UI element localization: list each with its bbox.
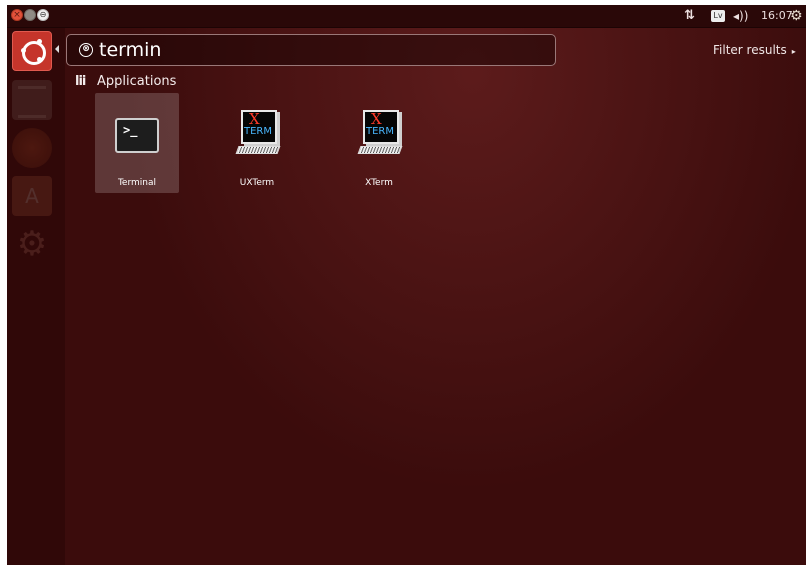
files-launcher-icon[interactable] xyxy=(12,80,52,120)
filter-results-button[interactable]: Filter results ▸ xyxy=(713,43,796,57)
launcher-active-arrow-icon xyxy=(55,45,59,53)
result-uxterm[interactable]: X TERM UXTerm xyxy=(215,93,299,193)
launcher: A ⚙ xyxy=(7,28,65,565)
maximize-icon: ⊖ xyxy=(39,10,47,19)
xterm-icon: X TERM xyxy=(235,110,285,162)
category-label: Applications xyxy=(97,74,177,89)
chevron-right-icon: ▸ xyxy=(791,47,796,56)
applications-category-header[interactable]: lii Applications xyxy=(75,73,176,91)
terminal-icon: >_ xyxy=(115,118,159,153)
applications-category-icon: lii xyxy=(75,74,86,89)
sound-indicator-icon[interactable]: ◂)) xyxy=(733,5,748,27)
clear-search-icon[interactable]: ⊗ xyxy=(79,43,93,57)
search-bar[interactable]: ⊗ termin xyxy=(66,34,556,66)
software-center-launcher-icon[interactable]: A xyxy=(12,176,52,216)
result-label: XTerm xyxy=(365,178,393,188)
desktop-screen: × ⊖ ⇅ Lv ◂)) 16:07 ⚙ A ⚙ ⊗ termin Filter… xyxy=(7,5,806,565)
maximize-window-button[interactable]: ⊖ xyxy=(37,9,49,21)
result-terminal[interactable]: >_ Terminal xyxy=(95,93,179,193)
keyboard-layout-indicator[interactable]: Lv xyxy=(711,10,725,22)
result-label: UXTerm xyxy=(239,178,275,188)
session-gear-icon[interactable]: ⚙ xyxy=(790,5,803,27)
result-label: Terminal xyxy=(117,178,157,188)
minimize-window-button[interactable] xyxy=(24,9,36,21)
system-settings-launcher-icon[interactable]: ⚙ xyxy=(12,224,52,264)
dash-home-button[interactable] xyxy=(12,31,52,71)
firefox-launcher-icon[interactable] xyxy=(12,128,52,168)
clock-indicator[interactable]: 16:07 xyxy=(761,5,793,27)
top-panel: × ⊖ ⇅ Lv ◂)) 16:07 ⚙ xyxy=(7,5,806,28)
filter-results-label: Filter results xyxy=(713,43,787,57)
search-input[interactable]: termin xyxy=(99,38,539,62)
network-indicator-icon[interactable]: ⇅ xyxy=(684,5,695,27)
close-window-button[interactable]: × xyxy=(11,9,23,21)
ubuntu-logo-icon xyxy=(22,41,46,65)
result-xterm[interactable]: X TERM XTerm xyxy=(337,93,421,193)
xterm-icon: X TERM xyxy=(357,110,407,162)
close-icon: × xyxy=(13,10,21,20)
